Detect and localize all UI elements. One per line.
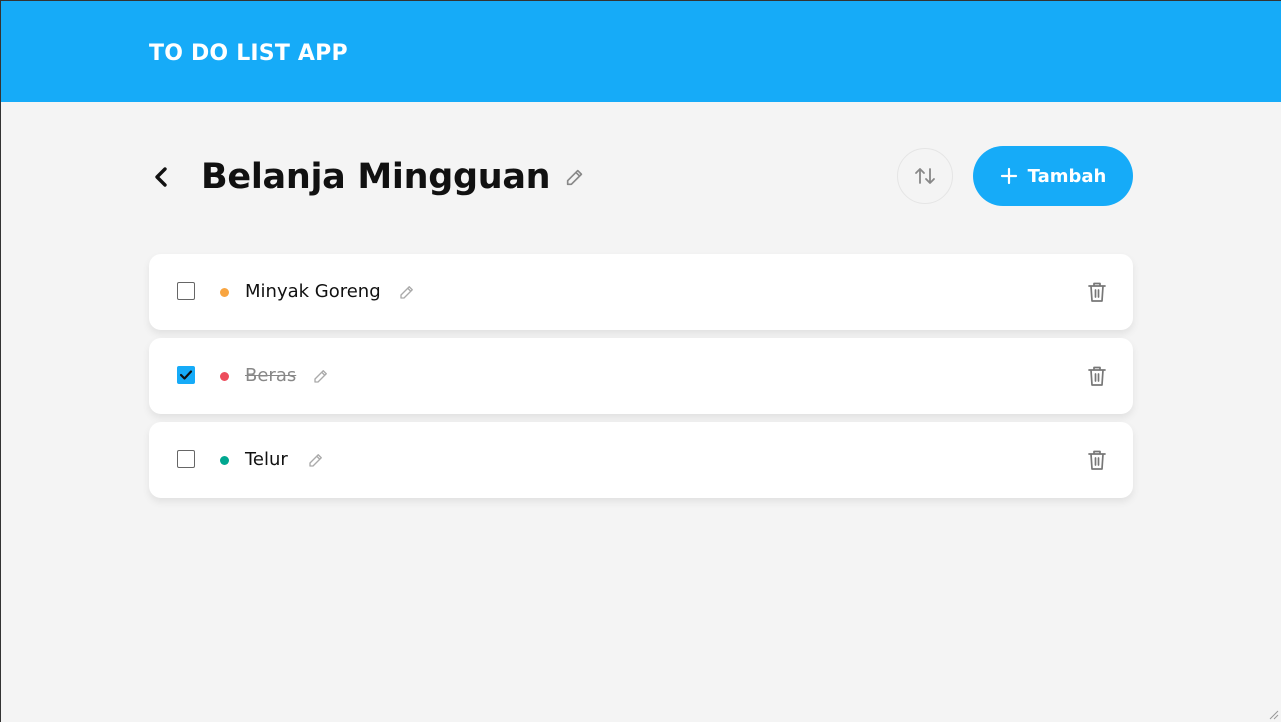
todo-item: Beras	[149, 338, 1133, 414]
todo-checkbox[interactable]	[177, 450, 195, 468]
trash-icon	[1088, 366, 1106, 386]
edit-item-button[interactable]	[311, 366, 331, 386]
add-item-button[interactable]: Tambah	[973, 146, 1133, 206]
back-button[interactable]	[146, 161, 176, 193]
app-header: TO DO LIST APP	[1, 1, 1281, 102]
todo-item-label: Telur	[245, 449, 288, 470]
delete-item-button[interactable]	[1085, 448, 1109, 472]
todo-checkbox[interactable]	[177, 366, 195, 384]
page-title[interactable]: Belanja Mingguan	[201, 153, 551, 201]
priority-indicator	[220, 456, 229, 465]
todo-list: Minyak Goreng Beras Telur	[149, 254, 1133, 506]
edit-item-button[interactable]	[306, 450, 326, 470]
edit-item-button[interactable]	[397, 282, 417, 302]
todo-checkbox[interactable]	[177, 282, 195, 300]
delete-item-button[interactable]	[1085, 280, 1109, 304]
delete-item-button[interactable]	[1085, 364, 1109, 388]
chevron-left-icon	[155, 167, 167, 187]
todo-item-label: Beras	[245, 365, 297, 386]
app-title: TO DO LIST APP	[149, 41, 348, 66]
pencil-icon	[400, 286, 413, 299]
todo-item: Minyak Goreng	[149, 254, 1133, 330]
plus-icon	[1000, 167, 1017, 185]
pencil-icon	[566, 169, 583, 186]
resize-grip-icon[interactable]	[1267, 708, 1279, 720]
todo-item-label: Minyak Goreng	[245, 281, 381, 302]
pencil-icon	[314, 370, 327, 383]
sort-arrows-icon	[915, 168, 935, 184]
todo-item: Telur	[149, 422, 1133, 498]
trash-icon	[1088, 450, 1106, 470]
priority-indicator	[220, 372, 229, 381]
checkmark-icon	[179, 370, 193, 380]
add-button-label: Tambah	[1027, 165, 1107, 187]
pencil-icon	[309, 454, 322, 467]
trash-icon	[1088, 282, 1106, 302]
sort-button[interactable]	[897, 148, 953, 204]
priority-indicator	[220, 288, 229, 297]
app-window: TO DO LIST APP Belanja Mingguan Tambah M…	[0, 0, 1281, 722]
edit-title-button[interactable]	[563, 165, 587, 189]
